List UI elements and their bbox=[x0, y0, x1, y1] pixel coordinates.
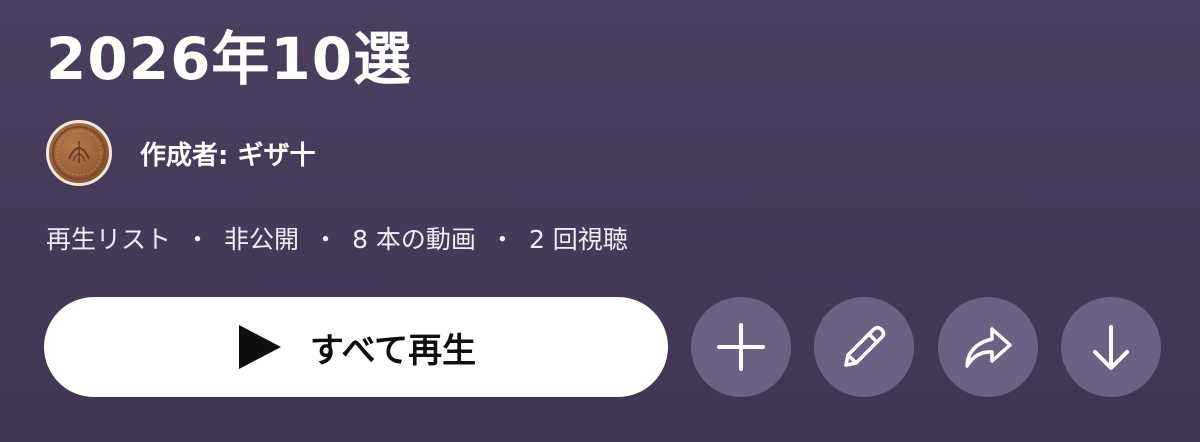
meta-separator: ・ bbox=[313, 225, 339, 254]
play-icon bbox=[236, 322, 284, 372]
playlist-type: 再生リスト bbox=[46, 225, 172, 254]
avatar[interactable] bbox=[46, 120, 112, 186]
share-button[interactable] bbox=[938, 297, 1038, 397]
download-button[interactable] bbox=[1061, 297, 1161, 397]
plus-icon bbox=[717, 323, 765, 371]
video-count: 8 本の動画 bbox=[352, 225, 476, 254]
pencil-icon bbox=[844, 325, 886, 367]
owner-name[interactable]: 作成者: ギザ十 bbox=[140, 135, 315, 172]
meta-separator: ・ bbox=[185, 225, 211, 254]
share-arrow-icon bbox=[965, 327, 1012, 368]
playlist-visibility: 非公開 bbox=[224, 225, 300, 254]
playlist-title: 2026年10選 bbox=[46, 25, 413, 93]
play-all-button[interactable]: すべて再生 bbox=[44, 297, 668, 397]
owner-row[interactable]: 作成者: ギザ十 bbox=[46, 120, 315, 186]
edit-button[interactable] bbox=[814, 297, 914, 397]
add-button[interactable] bbox=[691, 297, 791, 397]
meta-separator: ・ bbox=[489, 225, 515, 254]
coin-avatar-icon bbox=[52, 126, 106, 180]
download-arrow-icon bbox=[1093, 325, 1129, 370]
view-count: 2 回視聴 bbox=[528, 225, 628, 254]
play-all-label: すべて再生 bbox=[309, 330, 477, 371]
playlist-meta: 再生リスト ・ 非公開 ・ 8 本の動画 ・ 2 回視聴 bbox=[46, 220, 628, 260]
